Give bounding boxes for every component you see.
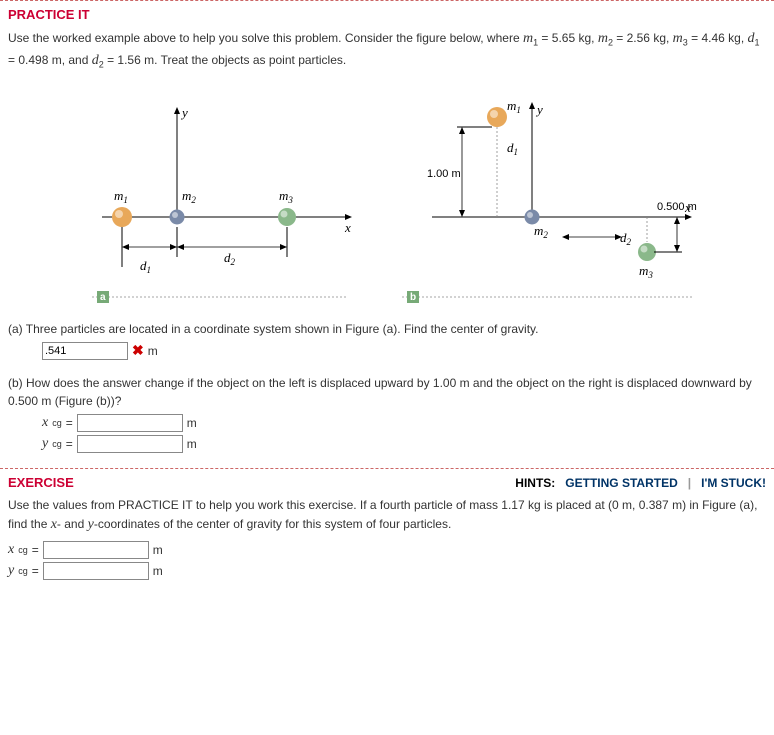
ycg-row: ycg = m bbox=[42, 435, 766, 453]
ex-mid: - and bbox=[57, 517, 88, 531]
d2b-label: d2 bbox=[620, 230, 632, 247]
d1b-label: d1 bbox=[507, 140, 518, 157]
unit-m-a: m bbox=[148, 344, 158, 358]
question-b: (b) How does the answer change if the ob… bbox=[8, 374, 766, 410]
eq3: = 4.46 kg, bbox=[688, 31, 748, 45]
ex-unit-x: m bbox=[153, 543, 163, 557]
xcg-row: xcg = m bbox=[42, 414, 766, 432]
ex-xcg-var: x bbox=[8, 542, 14, 558]
xcg-input[interactable] bbox=[77, 414, 183, 432]
exercise-title: EXERCISE bbox=[8, 475, 74, 490]
hints-label: HINTS: bbox=[515, 476, 555, 490]
eqd1: = 0.498 m, and bbox=[8, 53, 92, 67]
x-label: x bbox=[344, 220, 351, 235]
xcg-var: x bbox=[42, 415, 48, 431]
var-d1: d bbox=[748, 31, 755, 46]
ex-cg-sub: cg bbox=[18, 545, 28, 555]
fig-b-tag: b bbox=[410, 292, 416, 303]
var-m3: m bbox=[673, 31, 683, 46]
exercise-description: Use the values from PRACTICE IT to help … bbox=[8, 496, 766, 535]
y-label-b: y bbox=[535, 102, 543, 117]
eq1: = 5.65 kg, bbox=[538, 31, 598, 45]
exercise-header: EXERCISE HINTS: GETTING STARTED | I'M ST… bbox=[8, 475, 766, 496]
ex-ycg-input[interactable] bbox=[43, 562, 149, 580]
diagram-container: y x m1 m2 m3 d1 bbox=[8, 92, 766, 312]
cg-sub2: cg bbox=[52, 439, 62, 449]
getting-started-link[interactable]: GETTING STARTED bbox=[565, 476, 677, 490]
ex-eq1: = bbox=[32, 543, 39, 557]
m2b-label: m2 bbox=[534, 223, 548, 240]
exercise-section: EXERCISE HINTS: GETTING STARTED | I'M ST… bbox=[0, 470, 774, 595]
answer-a-row: ✖ m bbox=[42, 342, 766, 360]
d1-label: d1 bbox=[140, 258, 151, 275]
eq-sign1: = bbox=[66, 416, 73, 430]
ex-cg-sub2: cg bbox=[18, 566, 28, 576]
figure-b: y x m1 1.00 m d1 m2 m bbox=[402, 92, 702, 312]
hints-sep: | bbox=[688, 476, 691, 490]
m3-label: m3 bbox=[279, 188, 293, 205]
half-m: 0.500 m bbox=[657, 201, 697, 213]
eqd2: = 1.56 m. Treat the objects as point par… bbox=[104, 53, 346, 67]
ycg-input[interactable] bbox=[77, 435, 183, 453]
practice-description: Use the worked example above to help you… bbox=[8, 28, 766, 72]
unit-m-y: m bbox=[187, 437, 197, 451]
practice-section: PRACTICE IT Use the worked example above… bbox=[0, 2, 774, 468]
one-m: 1.00 m bbox=[427, 168, 461, 180]
cg-sub: cg bbox=[52, 418, 62, 428]
eq-sign2: = bbox=[66, 437, 73, 451]
answer-a-input[interactable] bbox=[42, 342, 128, 360]
wrong-icon: ✖ bbox=[132, 342, 144, 359]
unit-m-x: m bbox=[187, 416, 197, 430]
m1b-label: m1 bbox=[507, 98, 521, 115]
var-m1: m bbox=[523, 31, 533, 46]
sub-d1: 1 bbox=[755, 37, 760, 47]
m2-label: m2 bbox=[182, 188, 196, 205]
var-d2: d bbox=[92, 53, 99, 68]
ex-desc-post: -coordinates of the center of gravity fo… bbox=[94, 517, 452, 531]
ycg-var: y bbox=[42, 436, 48, 452]
m1-label: m1 bbox=[114, 188, 128, 205]
figure-a: y x m1 m2 m3 d1 bbox=[72, 92, 362, 312]
question-a: (a) Three particles are located in a coo… bbox=[8, 320, 766, 338]
ex-ycg-var: y bbox=[8, 563, 14, 579]
ex-ycg-row: ycg = m bbox=[8, 562, 766, 580]
ex-xcg-row: xcg = m bbox=[8, 541, 766, 559]
d2-label: d2 bbox=[224, 250, 236, 267]
var-m2: m bbox=[598, 31, 608, 46]
eq2: = 2.56 kg, bbox=[613, 31, 673, 45]
y-label: y bbox=[180, 105, 188, 120]
practice-title: PRACTICE IT bbox=[8, 7, 766, 22]
ex-eq2: = bbox=[32, 564, 39, 578]
hints-line: HINTS: GETTING STARTED | I'M STUCK! bbox=[515, 476, 766, 490]
fig-a-tag: a bbox=[100, 292, 106, 303]
ex-unit-y: m bbox=[153, 564, 163, 578]
m3b-label: m3 bbox=[639, 263, 653, 280]
desc-text: Use the worked example above to help you… bbox=[8, 31, 523, 45]
ex-xcg-input[interactable] bbox=[43, 541, 149, 559]
im-stuck-link[interactable]: I'M STUCK! bbox=[701, 476, 766, 490]
